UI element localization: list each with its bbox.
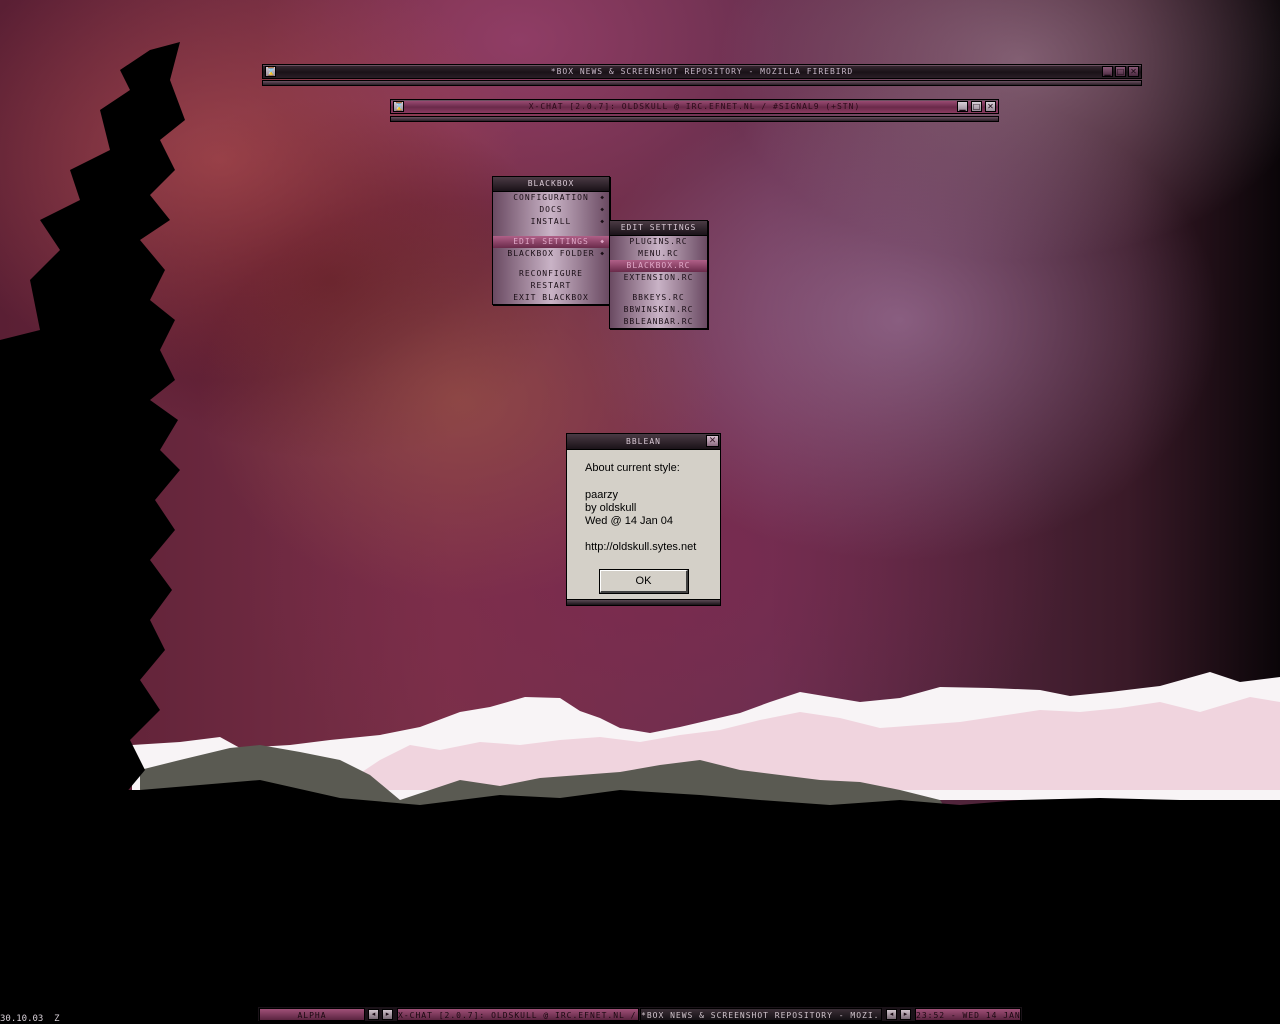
taskbar: ALPHA ◂ ▸ X-CHAT [2.0.7]: OLDSKULL @ IRC… <box>257 1006 1023 1022</box>
ok-button[interactable]: OK <box>599 569 689 594</box>
submenu-item-bbkeys-rc[interactable]: BBKEYS.RC <box>610 292 707 304</box>
submenu-arrow-icon: ◆ <box>600 194 605 201</box>
menu-separator <box>610 284 707 292</box>
style-url: http://oldskull.sytes.net <box>585 541 697 553</box>
close-icon[interactable]: ✕ <box>1128 66 1139 77</box>
edit-settings-submenu: EDIT SETTINGS PLUGINS.RC MENU.RC BLACKBO… <box>609 220 708 329</box>
submenu-item-extension-rc[interactable]: EXTENSION.RC <box>610 272 707 284</box>
close-icon[interactable]: ✕ <box>706 435 719 447</box>
task-prev-icon[interactable]: ◂ <box>886 1009 897 1020</box>
firebird-window-frame[interactable] <box>262 80 1142 86</box>
task-button-firebird[interactable]: *BOX NEWS & SCREENSHOT REPOSITORY - MOZI… <box>640 1008 882 1021</box>
workspace-prev-icon[interactable]: ◂ <box>368 1009 379 1020</box>
maximize-icon[interactable]: □ <box>1115 66 1126 77</box>
dialog-heading: About current style: <box>585 462 680 474</box>
menu-item-configuration[interactable]: CONFIGURATION ◆ <box>493 192 609 204</box>
style-author: by oldskull <box>585 502 637 514</box>
maximize-icon[interactable]: □ <box>971 101 982 112</box>
style-date: Wed @ 14 Jan 04 <box>585 515 674 527</box>
workspace-label[interactable]: ALPHA <box>259 1008 365 1021</box>
menu-separator <box>493 228 609 236</box>
minimize-icon[interactable]: ▁ <box>957 101 968 112</box>
submenu-item-menu-rc[interactable]: MENU.RC <box>610 248 707 260</box>
menu-item-exit-blackbox[interactable]: EXIT BLACKBOX <box>493 292 609 304</box>
workspace-next-icon[interactable]: ▸ <box>382 1009 393 1020</box>
menu-item-install[interactable]: INSTALL ◆ <box>493 216 609 228</box>
submenu-arrow-icon: ◆ <box>600 238 605 245</box>
blackbox-menu: BLACKBOX CONFIGURATION ◆ DOCS ◆ INSTALL ◆ E… <box>492 176 610 305</box>
submenu-arrow-icon: ◆ <box>600 218 605 225</box>
submenu-arrow-icon: ◆ <box>600 250 605 257</box>
style-name: paarzy <box>585 489 619 501</box>
submenu-item-plugins-rc[interactable]: PLUGINS.RC <box>610 236 707 248</box>
submenu-item-bbwinskin-rc[interactable]: BBWINSKIN.RC <box>610 304 707 316</box>
dialog-title: BBLEAN <box>567 434 720 450</box>
menu-item-blackbox-folder[interactable]: BLACKBOX FOLDER ◆ <box>493 248 609 260</box>
firebird-window-title: *BOX NEWS & SCREENSHOT REPOSITORY - MOZI… <box>550 67 854 76</box>
xchat-window-title: X-CHAT [2.0.7]: OLDSKULL @ IRC.EFNET.NL … <box>528 102 861 111</box>
about-style-dialog: BBLEAN ✕ About current style: paarzy by … <box>566 433 721 606</box>
minimize-icon[interactable]: ▁ <box>1102 66 1113 77</box>
menu-item-docs[interactable]: DOCS ◆ <box>493 204 609 216</box>
menu-title: BLACKBOX <box>493 177 609 192</box>
submenu-title: EDIT SETTINGS <box>610 221 707 236</box>
submenu-arrow-icon: ◆ <box>600 206 605 213</box>
task-button-xchat[interactable]: X-CHAT [2.0.7]: OLDSKULL @ IRC.EFNET.NL … <box>397 1008 639 1021</box>
menu-item-restart[interactable]: RESTART <box>493 280 609 292</box>
xchat-window-titlebar[interactable]: ⌛ X-CHAT [2.0.7]: OLDSKULL @ IRC.EFNET.N… <box>390 99 999 114</box>
dialog-frame-bottom <box>567 599 720 605</box>
submenu-item-blackbox-rc[interactable]: BLACKBOX.RC <box>610 260 707 272</box>
menu-item-edit-settings[interactable]: EDIT SETTINGS ◆ <box>493 236 609 248</box>
close-icon[interactable]: ✕ <box>985 101 996 112</box>
menu-separator <box>493 260 609 268</box>
clock: 23:52 - WED 14 JAN <box>915 1008 1021 1021</box>
menu-item-reconfigure[interactable]: RECONFIGURE <box>493 268 609 280</box>
firebird-window-titlebar[interactable]: ⌛ *BOX NEWS & SCREENSHOT REPOSITORY - MO… <box>262 64 1142 79</box>
task-next-icon[interactable]: ▸ <box>900 1009 911 1020</box>
xchat-window-frame[interactable] <box>390 116 999 122</box>
corner-status-text: 30.10.03 Z <box>0 1014 60 1024</box>
submenu-item-bbleanbar-rc[interactable]: BBLEANBAR.RC <box>610 316 707 328</box>
